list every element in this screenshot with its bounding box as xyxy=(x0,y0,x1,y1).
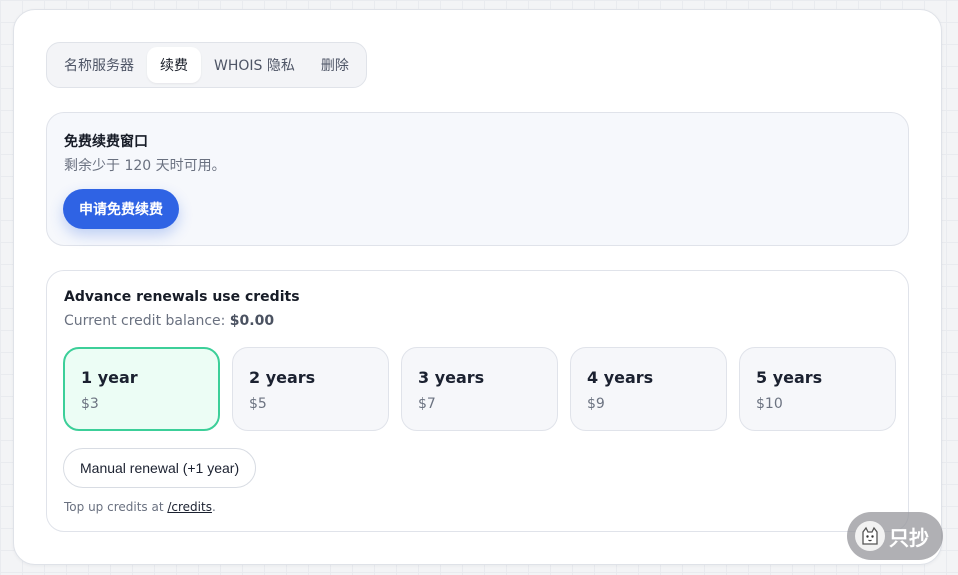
manual-renewal-button[interactable]: Manual renewal (+1 year) xyxy=(63,448,257,488)
renewal-card: 名称服务器 续费 WHOIS 隐私 删除 免费续费窗口 剩余少于 120 天时可… xyxy=(13,9,942,565)
watermark-text: 只抄 xyxy=(889,525,929,550)
top-up-suffix: . xyxy=(211,500,216,514)
renewal-option-1-year[interactable]: 1 year $3 xyxy=(63,347,220,431)
option-price: $5 xyxy=(249,396,267,412)
top-up-prefix: Top up credits at xyxy=(64,500,168,514)
tab-delete[interactable]: 删除 xyxy=(308,47,362,83)
option-years: 5 years xyxy=(756,368,823,387)
option-years: 3 years xyxy=(418,368,485,387)
option-price: $9 xyxy=(587,396,605,412)
option-years: 1 year xyxy=(81,368,138,387)
credit-balance: Current credit balance: $0.00 xyxy=(64,313,274,329)
tab-nameservers[interactable]: 名称服务器 xyxy=(51,47,147,83)
advance-renewal-title: Advance renewals use credits xyxy=(64,289,300,305)
renewal-option-2-years[interactable]: 2 years $5 xyxy=(232,347,389,431)
option-price: $10 xyxy=(756,396,783,412)
free-renewal-subtitle: 剩余少于 120 天时可用。 xyxy=(64,158,226,174)
free-renewal-title: 免费续费窗口 xyxy=(64,134,148,150)
renewal-option-5-years[interactable]: 5 years $10 xyxy=(739,347,896,431)
credit-balance-label: Current credit balance: xyxy=(64,313,230,329)
option-years: 2 years xyxy=(249,368,316,387)
advance-renewal-panel: Advance renewals use credits Current cre… xyxy=(46,270,909,532)
tab-whois-privacy[interactable]: WHOIS 隐私 xyxy=(201,47,308,83)
free-renewal-panel: 免费续费窗口 剩余少于 120 天时可用。 申请免费续费 xyxy=(46,112,909,246)
option-years: 4 years xyxy=(587,368,654,387)
renewal-option-3-years[interactable]: 3 years $7 xyxy=(401,347,558,431)
credits-link[interactable]: /credits xyxy=(167,500,212,514)
tab-renewal[interactable]: 续费 xyxy=(147,47,201,83)
option-price: $3 xyxy=(81,396,99,412)
watermark-badge: 只抄 xyxy=(847,512,943,560)
cat-icon xyxy=(855,521,885,551)
apply-free-renewal-button[interactable]: 申请免费续费 xyxy=(63,189,179,229)
tab-bar: 名称服务器 续费 WHOIS 隐私 删除 xyxy=(46,42,367,88)
renewal-option-4-years[interactable]: 4 years $9 xyxy=(570,347,727,431)
credit-balance-value: $0.00 xyxy=(229,313,275,329)
renewal-options: 1 year $3 2 years $5 3 years $7 4 years … xyxy=(63,347,896,431)
option-price: $7 xyxy=(418,396,436,412)
top-up-note: Top up credits at /credits. xyxy=(64,500,216,514)
